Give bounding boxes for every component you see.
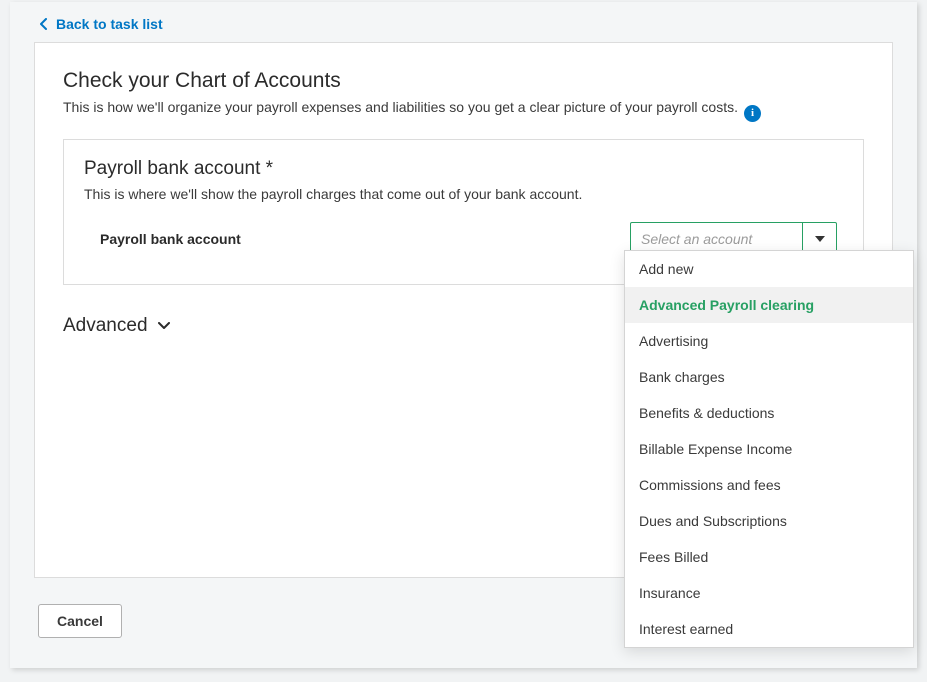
advanced-label: Advanced — [63, 315, 148, 337]
dropdown-item[interactable]: Dues and Subscriptions — [625, 503, 913, 539]
chevron-left-icon — [40, 18, 48, 30]
info-icon[interactable]: i — [744, 105, 761, 122]
back-link-label: Back to task list — [56, 16, 163, 32]
field-label: Payroll bank account — [100, 231, 241, 247]
dropdown-item[interactable]: Bank charges — [625, 359, 913, 395]
page-title: Check your Chart of Accounts — [63, 69, 864, 93]
dropdown-item[interactable]: Advanced Payroll clearing — [625, 287, 913, 323]
section-title: Payroll bank account * — [84, 158, 843, 180]
subtitle-row: This is how we'll organize your payroll … — [63, 99, 864, 127]
select-placeholder: Select an account — [631, 231, 802, 247]
dropdown-item[interactable]: Advertising — [625, 323, 913, 359]
page-frame: Back to task list Check your Chart of Ac… — [10, 2, 917, 668]
dropdown-item[interactable]: Benefits & deductions — [625, 395, 913, 431]
dropdown-item[interactable]: Commissions and fees — [625, 467, 913, 503]
dropdown-item[interactable]: Interest earned — [625, 611, 913, 647]
account-dropdown[interactable]: Add newAdvanced Payroll clearingAdvertis… — [624, 250, 914, 648]
back-to-task-list-link[interactable]: Back to task list — [10, 2, 191, 42]
cancel-button[interactable]: Cancel — [38, 604, 122, 638]
dropdown-item[interactable]: Billable Expense Income — [625, 431, 913, 467]
chevron-down-icon — [158, 317, 170, 335]
dropdown-item[interactable]: Add new — [625, 251, 913, 287]
dropdown-item[interactable]: Fees Billed — [625, 539, 913, 575]
page-subtitle: This is how we'll organize your payroll … — [63, 99, 738, 115]
dropdown-item[interactable]: Insurance — [625, 575, 913, 611]
section-description: This is where we'll show the payroll cha… — [84, 186, 843, 202]
